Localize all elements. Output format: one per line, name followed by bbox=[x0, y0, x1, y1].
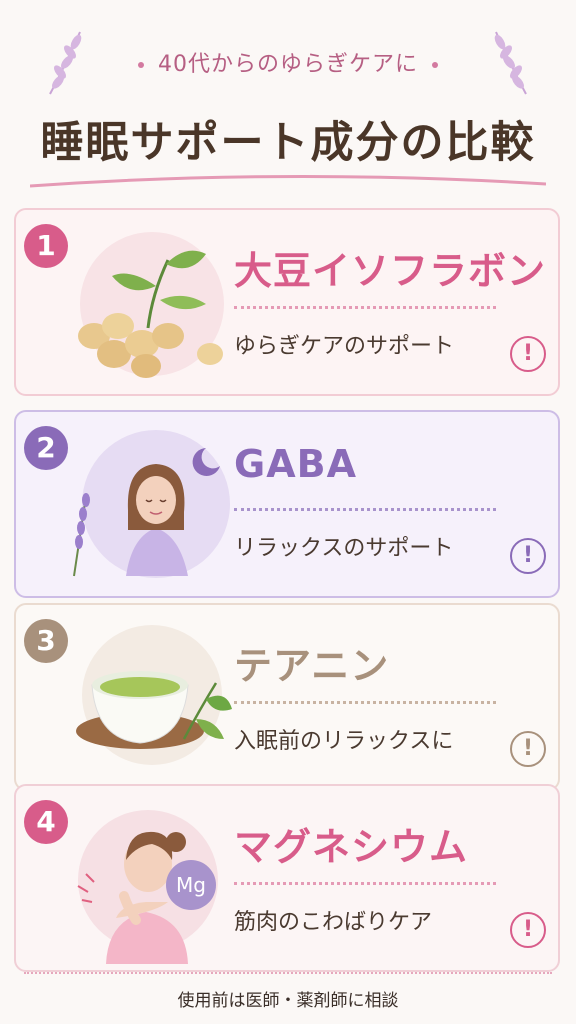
magnesium-badge: Mg bbox=[166, 860, 216, 910]
ingredient-card-theanine[interactable]: 3 テアニン 入眠前のリラックスに ! bbox=[14, 603, 560, 791]
dotted-divider bbox=[234, 306, 496, 309]
ingredient-card-gaba[interactable]: 2 GABA リラックスのサポート ! bbox=[14, 410, 560, 598]
footer-divider bbox=[24, 972, 552, 974]
dotted-divider bbox=[234, 701, 496, 704]
bullet-dot bbox=[138, 62, 144, 68]
green-tea-cup-icon bbox=[76, 625, 232, 765]
ingredient-name: 大豆イソフラボン bbox=[234, 249, 547, 293]
ingredient-description: リラックスのサポート bbox=[234, 536, 454, 561]
alert-icon[interactable]: ! bbox=[510, 336, 546, 372]
ingredient-name: マグネシウム bbox=[234, 825, 469, 869]
alert-icon[interactable]: ! bbox=[510, 538, 546, 574]
bullet-dot bbox=[432, 62, 438, 68]
footer-note: 使用前は医師・薬剤師に相談 bbox=[177, 991, 399, 1011]
ingredient-description: ゆらぎケアのサポート bbox=[234, 334, 455, 359]
subtitle-text: 40代からのゆらぎケアに bbox=[158, 52, 418, 77]
ingredient-name: テアニン bbox=[234, 644, 390, 688]
soybeans-with-leaves-icon bbox=[78, 232, 224, 378]
relaxed-woman-with-lavender-icon bbox=[73, 430, 230, 578]
ingredient-card-soy-isoflavone[interactable]: 1 大豆イソフラボン ゆらぎケアのサポート ! bbox=[14, 208, 560, 396]
ingredient-description: 入眠前のリラックスに bbox=[234, 729, 454, 754]
ingredient-name: GABA bbox=[234, 442, 357, 486]
ingredient-description: 筋肉のこわばりケア bbox=[234, 910, 433, 935]
dotted-divider bbox=[234, 882, 496, 885]
title-underline bbox=[30, 174, 546, 188]
ingredient-card-magnesium[interactable]: 4 Mg マグネシウム 筋肉のこわばりケア ! bbox=[14, 784, 560, 972]
alert-icon[interactable]: ! bbox=[510, 731, 546, 767]
page-title: 睡眠サポート成分の比較 bbox=[40, 118, 536, 168]
alert-icon[interactable]: ! bbox=[510, 912, 546, 948]
header-subtitle: 40代からのゆらぎケアに bbox=[0, 46, 576, 78]
dotted-divider bbox=[234, 508, 496, 511]
